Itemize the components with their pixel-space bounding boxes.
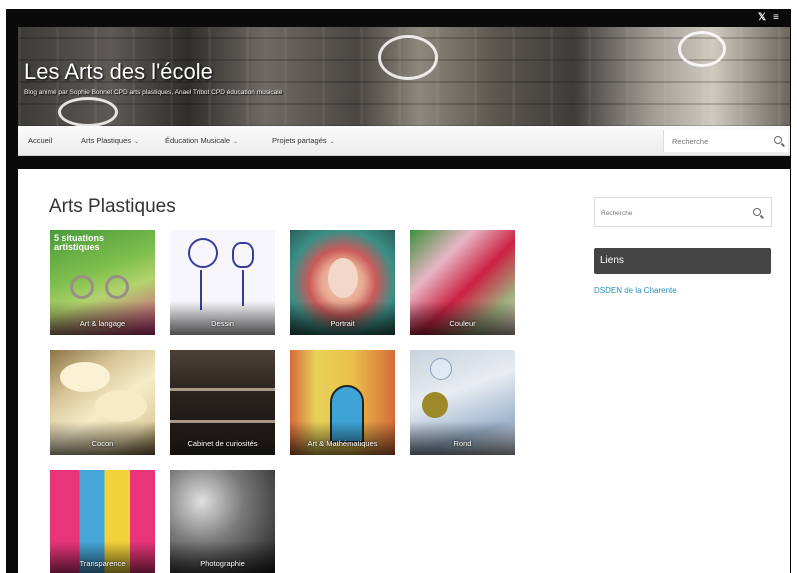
category-tile-transparence[interactable]: Transparence <box>50 470 155 573</box>
site-header[interactable]: Les Arts des l'école Blog animé par Soph… <box>18 27 790 127</box>
widget-header: Liens <box>594 248 771 274</box>
tile-label: Dessin <box>211 319 234 328</box>
category-tile-photographie[interactable]: Photographie <box>170 470 275 573</box>
nav-item-education-musicale[interactable]: Éducation Musicale ⌄ <box>165 136 238 145</box>
tile-caption <box>170 541 275 573</box>
tile-label: Cocon <box>91 439 114 448</box>
spiral-decoration <box>105 275 129 299</box>
category-tile-cocon[interactable]: Cocon <box>50 350 155 455</box>
site-description: Blog animé par Sophie Bonnet CPD arts pl… <box>24 89 283 96</box>
drawing-decoration <box>188 238 218 268</box>
sphere-decoration <box>422 392 448 418</box>
tile-caption <box>170 301 275 335</box>
tile-caption <box>290 421 395 455</box>
nav-item-label: Arts Plastiques <box>81 136 132 145</box>
category-tile-dessin[interactable]: Dessin <box>170 230 275 335</box>
category-tile-rond[interactable]: Rond <box>410 350 515 455</box>
chevron-down-icon: ⌄ <box>134 139 140 145</box>
tile-caption <box>50 421 155 455</box>
sidebar-link[interactable]: DSDEN de la Charente <box>594 286 677 295</box>
tile-label: Rond <box>453 439 472 448</box>
site-window: 𝕏 ≡ Les Arts des l'école Blog animé par … <box>6 9 791 573</box>
category-tile-art-mathematiques[interactable]: Art & Mathématiques <box>290 350 395 455</box>
cocoon-decoration <box>60 362 110 392</box>
tile-label: Photographie <box>200 559 245 568</box>
search-icon[interactable] <box>774 136 782 144</box>
nav-item-label: Accueil <box>28 136 53 145</box>
nav-search-input[interactable] <box>672 135 767 147</box>
tile-caption <box>170 421 275 455</box>
tile-label: Transparence <box>79 559 126 568</box>
category-tile-cabinet-de-curiosites[interactable]: Cabinet de curiosités <box>170 350 275 455</box>
graffiti-decoration <box>678 31 726 67</box>
browser-frame: 𝕏 ≡ Les Arts des l'école Blog animé par … <box>0 0 797 573</box>
drawing-decoration <box>232 242 254 268</box>
chevron-down-icon: ⌄ <box>329 139 335 145</box>
main-content: Arts Plastiques 5 situations artistiques… <box>18 169 790 573</box>
cocoon-decoration <box>95 390 147 422</box>
shelf-decoration <box>170 388 275 391</box>
nav-item-label: Éducation Musicale <box>165 136 231 145</box>
chevron-down-icon: ⌄ <box>233 139 239 145</box>
tile-caption <box>50 301 155 335</box>
search-icon[interactable] <box>753 208 761 216</box>
category-tile-art-langage[interactable]: 5 situations artistiques Art & langage <box>50 230 155 335</box>
sphere-decoration <box>430 358 452 380</box>
social-bar: 𝕏 ≡ <box>6 9 791 27</box>
tile-label: Art & langage <box>79 319 126 328</box>
tile-caption <box>410 301 515 335</box>
spiral-decoration <box>70 275 94 299</box>
tile-caption <box>410 421 515 455</box>
sidebar-search-input[interactable] <box>601 207 741 219</box>
tile-caption <box>50 541 155 573</box>
category-tile-couleur[interactable]: Couleur <box>410 230 515 335</box>
main-navigation: Accueil Arts Plastiques ⌄ Éducation Music… <box>18 126 790 156</box>
face-decoration <box>328 258 358 298</box>
nav-search-box <box>663 130 788 152</box>
category-tile-portrait[interactable]: Portrait <box>290 230 395 335</box>
nav-item-arts-plastiques[interactable]: Arts Plastiques ⌄ <box>81 136 139 145</box>
site-title[interactable]: Les Arts des l'école <box>24 59 213 85</box>
nav-item-projets-partages[interactable]: Projets partagés ⌄ <box>272 136 335 145</box>
widget-title: Liens <box>600 255 624 266</box>
page-title: Arts Plastiques <box>49 196 176 217</box>
tile-label: Art & Mathématiques <box>307 439 378 448</box>
nav-item-label: Projets partagés <box>272 136 327 145</box>
sidebar-search-box <box>594 197 772 227</box>
tile-overlay-text: 5 situations artistiques <box>54 233 105 252</box>
tile-label: Cabinet de curiosités <box>187 439 258 448</box>
graffiti-decoration <box>378 35 438 80</box>
twitter-icon[interactable]: 𝕏 <box>758 12 766 23</box>
nav-item-accueil[interactable]: Accueil <box>28 136 52 145</box>
tile-caption <box>290 301 395 335</box>
tile-label: Couleur <box>449 319 476 328</box>
rss-icon[interactable]: ≡ <box>773 12 779 23</box>
graffiti-decoration <box>58 97 118 127</box>
tile-label: Portrait <box>330 319 355 328</box>
